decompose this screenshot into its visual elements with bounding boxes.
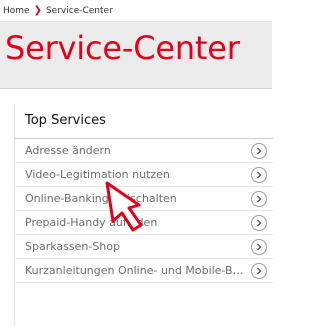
- circle-chevron-right-icon[interactable]: [251, 142, 267, 159]
- page-title: Service-Center: [5, 29, 240, 67]
- top-services-list: Adresse ändern Video-Legitimation nutzen…: [15, 139, 273, 283]
- service-item-online-banking-freischalten[interactable]: Online-Banking freischalten: [15, 187, 273, 211]
- service-item-kurzanleitungen[interactable]: Kurzanleitungen Online- und Mobile-Banki…: [15, 259, 273, 283]
- service-item-video-legitimation[interactable]: Video-Legitimation nutzen: [15, 163, 273, 187]
- service-item-label: Video-Legitimation nutzen: [25, 168, 170, 181]
- service-item-label: Online-Banking freischalten: [25, 192, 177, 205]
- chevron-right-icon: ❯: [33, 5, 42, 16]
- breadcrumb-home-link[interactable]: Home: [3, 6, 30, 16]
- circle-chevron-right-icon[interactable]: [251, 166, 267, 183]
- breadcrumb-bar: Home ❯ Service-Center: [0, 0, 272, 22]
- top-services-panel: Top Services Adresse ändern Video-Legiti…: [14, 104, 273, 326]
- circle-chevron-right-icon[interactable]: [251, 262, 267, 279]
- circle-chevron-right-icon[interactable]: [251, 238, 267, 255]
- top-services-heading: Top Services: [15, 104, 273, 139]
- service-item-label: Sparkassen-Shop: [25, 240, 120, 253]
- breadcrumb-current: Service-Center: [45, 5, 113, 16]
- service-item-label: Prepaid-Handy aufladen: [25, 216, 158, 229]
- service-item-label: Adresse ändern: [25, 144, 111, 157]
- service-item-prepaid-handy[interactable]: Prepaid-Handy aufladen: [15, 211, 273, 235]
- service-item-sparkassen-shop[interactable]: Sparkassen-Shop: [15, 235, 273, 259]
- circle-chevron-right-icon[interactable]: [251, 190, 267, 207]
- service-item-adresse-aendern[interactable]: Adresse ändern: [15, 139, 273, 163]
- service-item-label: Kurzanleitungen Online- und Mobile-Banki…: [25, 264, 251, 277]
- circle-chevron-right-icon[interactable]: [251, 214, 267, 231]
